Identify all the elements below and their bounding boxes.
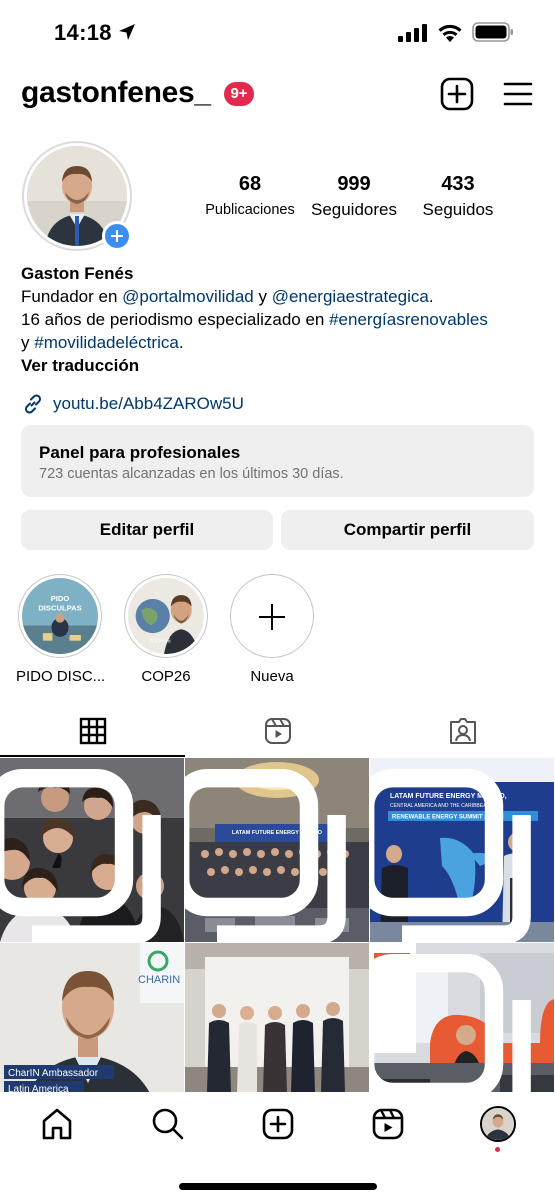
post-thumbnail[interactable]: LATAM FUTURE ENERGY MEXICO, CENTRAL AMER… [370,758,554,942]
stat-followers[interactable]: 999 Seguidores [305,172,403,221]
status-bar: 14:18 [0,0,555,64]
location-arrow-icon [119,24,135,40]
dashboard-subtitle: 723 cuentas alcanzadas en los últimos 30… [39,466,344,482]
post-caption-text: Latin America [8,1084,69,1092]
bio-text: Fundador en [21,287,123,306]
bio-text: . [178,333,184,352]
post-thumbnail[interactable] [370,943,554,1092]
profile-avatar[interactable] [22,141,132,251]
notification-badge[interactable]: 9+ [224,82,254,106]
profile-avatar-icon [482,1108,514,1140]
highlight-cover-image: #COP26 [128,578,204,654]
following-label: Seguidos [422,200,494,219]
nav-search[interactable] [150,1106,186,1142]
tab-reels[interactable] [185,707,370,757]
profile-tabs [0,707,555,757]
following-count: 433 [441,173,475,195]
link-chain-icon [24,394,42,414]
highlight-item[interactable]: #COP26 COP26 [122,574,210,685]
multi-post-icon [370,769,531,942]
multi-post-icon [0,769,161,942]
bio-line-3: y #movilidadeléctrica. [21,331,541,354]
reels-icon [372,1108,404,1140]
create-plus-icon[interactable] [440,77,474,111]
nav-create[interactable] [260,1106,296,1142]
nav-profile-avatar[interactable] [480,1106,516,1142]
hamburger-menu-icon[interactable] [503,80,533,108]
post-image [185,943,369,1092]
wifi-icon [438,24,462,42]
professional-dashboard[interactable]: Panel para profesionales 723 cuentas alc… [21,425,534,497]
profile-bio: Gaston Fenés Fundador en @portalmovilida… [21,262,541,377]
highlight-cover[interactable]: PIDO DISCULPAS [18,574,102,658]
hashtag-link[interactable]: #movilidadeléctrica [34,333,179,352]
post-image: CHARIN CharIN Ambassador Latin America [0,943,184,1092]
mention-link[interactable]: @portalmovilidad [122,287,254,306]
highlight-label: PIDO DISC... [16,668,104,685]
stat-following[interactable]: 433 Seguidos [410,172,506,221]
followers-label: Seguidores [310,200,397,219]
highlight-cover-text: #COP26 [149,639,171,645]
highlight-cover-image: PIDO DISCULPAS [22,578,98,654]
new-highlight[interactable]: Nueva [228,574,316,685]
username-switcher[interactable]: gastonfenes_ [21,76,211,110]
profile-header: gastonfenes_ 9+ [0,70,555,120]
tagged-icon [450,718,476,744]
tab-tagged[interactable] [370,707,555,757]
multi-post-icon [370,954,531,1092]
stat-posts: 68 Publicaciones [200,172,300,221]
home-icon [42,1108,72,1140]
post-thumbnail[interactable] [185,943,369,1092]
highlight-label: COP26 [141,668,191,685]
bio-text: 16 años de periodismo especializado en [21,310,330,329]
nav-home[interactable] [39,1106,75,1142]
mention-link[interactable]: @energiaestrategica [272,287,429,306]
status-time: 14:18 [54,20,112,45]
highlight-cover-text: PIDO [51,594,70,603]
followers-count: 999 [337,173,371,195]
home-indicator [179,1183,377,1190]
grid-icon [79,717,107,745]
edit-profile-button[interactable]: Editar perfil [21,510,273,550]
posts-label: Publicaciones [205,202,295,218]
hashtag-link[interactable]: #energíasrenovables [329,310,488,329]
bio-text: y [21,333,35,352]
post-thumbnail[interactable]: CHARIN CharIN Ambassador Latin America [0,943,184,1092]
profile-link[interactable]: youtu.be/Abb4ZAROw5U [22,392,244,416]
profile-name: Gaston Fenés [21,264,134,283]
posts-count: 68 [238,173,262,195]
battery-icon [472,22,513,42]
notification-dot [495,1147,500,1152]
post-thumbnail[interactable] [0,758,184,942]
tab-posts[interactable] [0,707,185,757]
highlight-label: Nueva [250,668,294,685]
cellular-signal-icon [398,24,427,42]
create-icon [262,1108,294,1140]
plus-icon[interactable] [230,574,314,658]
add-story-plus-icon[interactable] [102,221,132,251]
bio-line-1: Fundador en @portalmovilidad y @energiae… [21,285,541,308]
bio-text: y [253,287,272,306]
reels-icon [265,718,291,744]
highlight-cover[interactable]: #COP26 [124,574,208,658]
share-profile-button[interactable]: Compartir perfil [281,510,534,550]
post-thumbnail[interactable]: LATAM FUTURE ENERGY MEXICO [185,758,369,942]
dashboard-title: Panel para profesionales [39,443,241,462]
bio-text: . [428,287,434,306]
nav-reels[interactable] [370,1106,406,1142]
highlight-cover-text: DISCULPAS [38,603,81,612]
posts-grid: LATAM FUTURE ENERGY MEXICO LATAM FUTURE … [0,758,555,1092]
search-icon [152,1108,184,1140]
see-translation-link[interactable]: Ver traducción [21,354,541,377]
post-caption-text: CharIN Ambassador [8,1068,99,1079]
multi-post-icon [185,769,346,942]
bio-line-2: 16 años de periodismo especializado en #… [21,308,541,331]
highlight-item[interactable]: PIDO DISCULPAS PIDO DISC... [16,574,104,685]
link-text[interactable]: youtu.be/Abb4ZAROw5U [53,394,244,414]
post-overlay-text: CHARIN [138,974,180,986]
